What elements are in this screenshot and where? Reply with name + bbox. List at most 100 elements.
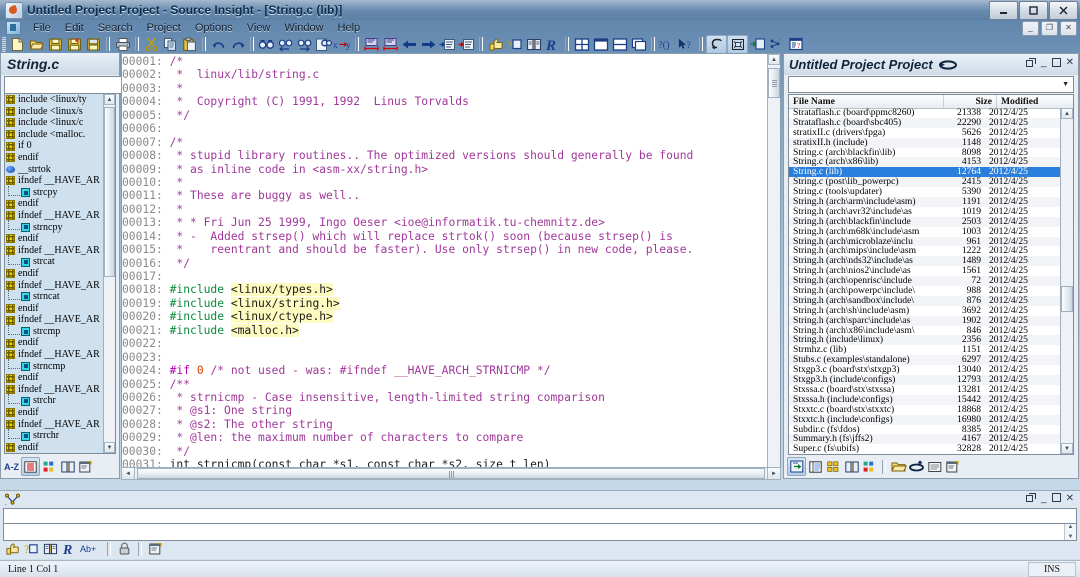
browse-symbols-icon[interactable] [42,540,59,557]
relation-window-icon[interactable]: R [543,36,562,53]
hscroll-track[interactable] [135,468,767,479]
menu-item-help[interactable]: Help [331,22,368,34]
open-file-icon[interactable] [787,457,806,476]
symbol-window-icon[interactable] [748,36,767,53]
browse-project-symbols-icon[interactable] [524,36,543,53]
lock-icon[interactable] [116,540,133,557]
properties-icon[interactable] [147,540,164,557]
symbol-list-item[interactable]: ifndef __HAVE_AR [5,349,115,361]
project-scroll-up-arrow[interactable]: ▲ [1061,108,1073,119]
symbol-list-item[interactable]: include <malloc. [5,129,115,141]
symbol-list-item[interactable]: strcpy [5,187,115,199]
symbol-list-item[interactable]: ifndef __HAVE_AR [5,245,115,257]
context-maximize-icon[interactable] [1052,493,1061,504]
code-line[interactable]: 00004: * Copyright (C) 1991, 1992 Linus … [122,95,768,108]
column-header-filename[interactable]: File Name [789,95,944,108]
symbol-list-item[interactable]: if 0 [5,140,115,152]
abbreviation-icon[interactable]: Ab+ [80,540,102,557]
symbol-list-item[interactable]: ifndef __HAVE_AR [5,419,115,431]
project-window-icon[interactable]: ? [786,36,805,53]
menu-item-edit[interactable]: Edit [58,22,91,34]
maximize-button[interactable] [1019,1,1048,20]
code-text[interactable]: 00001: /*00002: * linux/lib/string.c0000… [122,54,768,478]
symbol-list-item[interactable]: endif [5,268,115,280]
symbol-list-scrollbar[interactable]: ▲ ▼ [103,94,115,453]
menu-item-search[interactable]: Search [91,22,140,34]
code-line[interactable]: 00022: [122,337,768,350]
open-project-icon[interactable] [890,458,907,475]
context-help-icon[interactable]: ? [505,36,524,53]
code-line[interactable]: 00012: * [122,203,768,216]
symbol-list-item[interactable]: strncpy [5,222,115,234]
code-line[interactable]: 00027: * @s1: One string [122,404,768,417]
symbol-list-item[interactable]: skip_spaces [5,453,115,454]
symbol-list-item[interactable]: endif [5,407,115,419]
sort-alpha-icon[interactable]: A-Z [3,458,20,475]
code-line[interactable]: 00021: #include <malloc.h> [122,324,768,337]
reference-icon[interactable] [59,458,76,475]
code-line[interactable]: 00005: */ [122,109,768,122]
file-list-icon[interactable] [807,458,824,475]
code-line[interactable]: 00015: * reentrant and should be faster)… [122,243,768,256]
project-list-scrollbar[interactable]: ▲ ▼ [1060,108,1073,454]
menu-item-project[interactable]: Project [140,22,188,34]
symbol-list-item[interactable]: include <linux/ty [5,94,115,106]
context-scroll-down-arrow[interactable]: ▼ [1068,534,1074,540]
symbol-list-item[interactable]: endif [5,198,115,210]
context-text-area[interactable]: ▲ ▼ [3,523,1077,541]
symbol-list-item[interactable]: ifndef __HAVE_AR [5,210,115,222]
symbol-list-item[interactable]: include <linux/c [5,117,115,129]
context-scrollbar[interactable]: ▲ ▼ [1064,524,1076,540]
code-line[interactable]: 00028: * @s2: The other string [122,418,768,431]
symbol-list-item[interactable]: endif [5,152,115,164]
context-help-icon[interactable]: ? [23,540,40,557]
print-icon[interactable] [113,36,132,53]
project-close-icon[interactable]: ✕ [1066,57,1074,68]
symbol-list-item[interactable]: ifndef __HAVE_AR [5,314,115,326]
scroll-up-arrow[interactable]: ▲ [104,94,115,105]
close-button[interactable] [1049,1,1078,20]
project-maximize-icon[interactable] [1052,58,1061,67]
find-previous-icon[interactable] [276,36,295,53]
symbol-list-item[interactable]: endif [5,442,115,454]
hscroll-thumb[interactable] [137,468,765,479]
close-project-icon[interactable] [908,458,925,475]
properties-icon[interactable] [77,458,94,475]
grid-view-icon[interactable] [825,458,842,475]
code-line[interactable]: 00002: * linux/lib/string.c [122,68,768,81]
file-list-rows[interactable]: Strataflash.c (board\ppmc8260)213382012/… [789,108,1061,454]
relation-window-icon[interactable]: R [61,540,78,557]
symbol-list-item[interactable]: strcat [5,256,115,268]
symbol-list-item[interactable]: strncmp [5,361,115,373]
symbol-list-item[interactable]: strcmp [5,326,115,338]
symbol-list[interactable]: include <linux/tyinclude <linux/sinclude… [4,93,116,454]
code-line[interactable]: 00024: #if 0 /* not used - was: #ifndef … [122,364,768,377]
menu-item-file[interactable]: File [26,22,58,34]
editor-scroll-thumb[interactable] [768,68,780,98]
bookmark-prev-icon[interactable] [362,36,381,53]
document-system-icon[interactable] [6,21,21,35]
column-header-modified[interactable]: Modified [997,95,1073,108]
context-restore-icon[interactable] [1026,493,1036,504]
back-icon[interactable] [400,36,419,53]
project-settings-icon[interactable] [944,458,961,475]
hscroll-left-arrow[interactable]: ◄ [122,468,135,479]
context-scroll-up-arrow[interactable]: ▲ [1068,524,1074,530]
project-scroll-thumb[interactable] [1061,286,1073,312]
find-in-files-icon[interactable] [314,36,333,53]
code-line[interactable]: 00029: * @len: the maximum number of cha… [122,431,768,444]
mdi-minimize-button[interactable]: _ [1022,21,1039,36]
cut-icon[interactable] [142,36,161,53]
new-file-icon[interactable] [8,36,27,53]
jump-to-definition-icon[interactable] [438,36,457,53]
save-all-icon[interactable] [65,36,84,53]
code-line[interactable]: 00007: /* [122,136,768,149]
code-line[interactable]: 00010: * [122,176,768,189]
symbol-list-item[interactable]: strncat [5,291,115,303]
symbol-list-item[interactable]: endif [5,303,115,315]
code-line[interactable]: 00011: * These are buggy as well.. [122,189,768,202]
menu-item-view[interactable]: View [240,22,278,34]
editor-scroll-up-arrow[interactable]: ▲ [768,54,780,65]
code-line[interactable]: 00026: * strnicmp - Case insensitive, le… [122,391,768,404]
scroll-thumb[interactable] [104,107,115,277]
